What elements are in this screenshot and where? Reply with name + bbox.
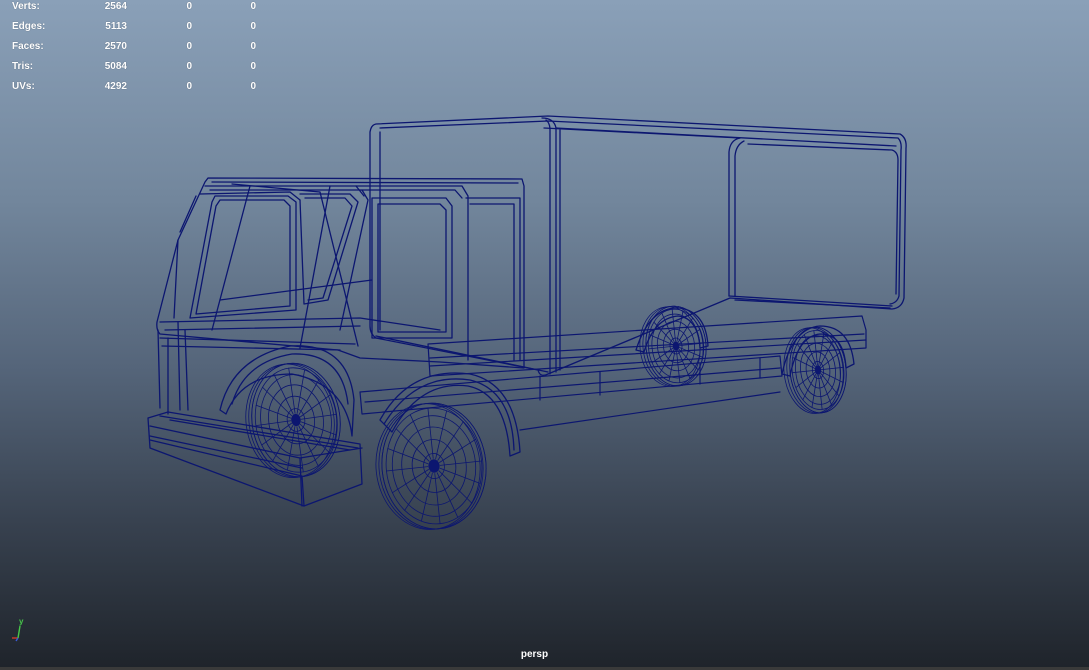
y-axis-line: [17, 625, 21, 639]
wheels[interactable]: [239, 303, 851, 535]
wheel-arches[interactable]: [219, 307, 855, 457]
camera-name-label: persp: [520, 649, 549, 660]
axis-gizmo: y: [12, 617, 24, 642]
axis-y-label: y: [19, 617, 24, 626]
truck-wireframe-mesh[interactable]: [0, 0, 1089, 667]
perspective-viewport[interactable]: Verts: 2564 0 0 Edges: 5113 0 0 Faces: 2…: [0, 0, 1089, 667]
